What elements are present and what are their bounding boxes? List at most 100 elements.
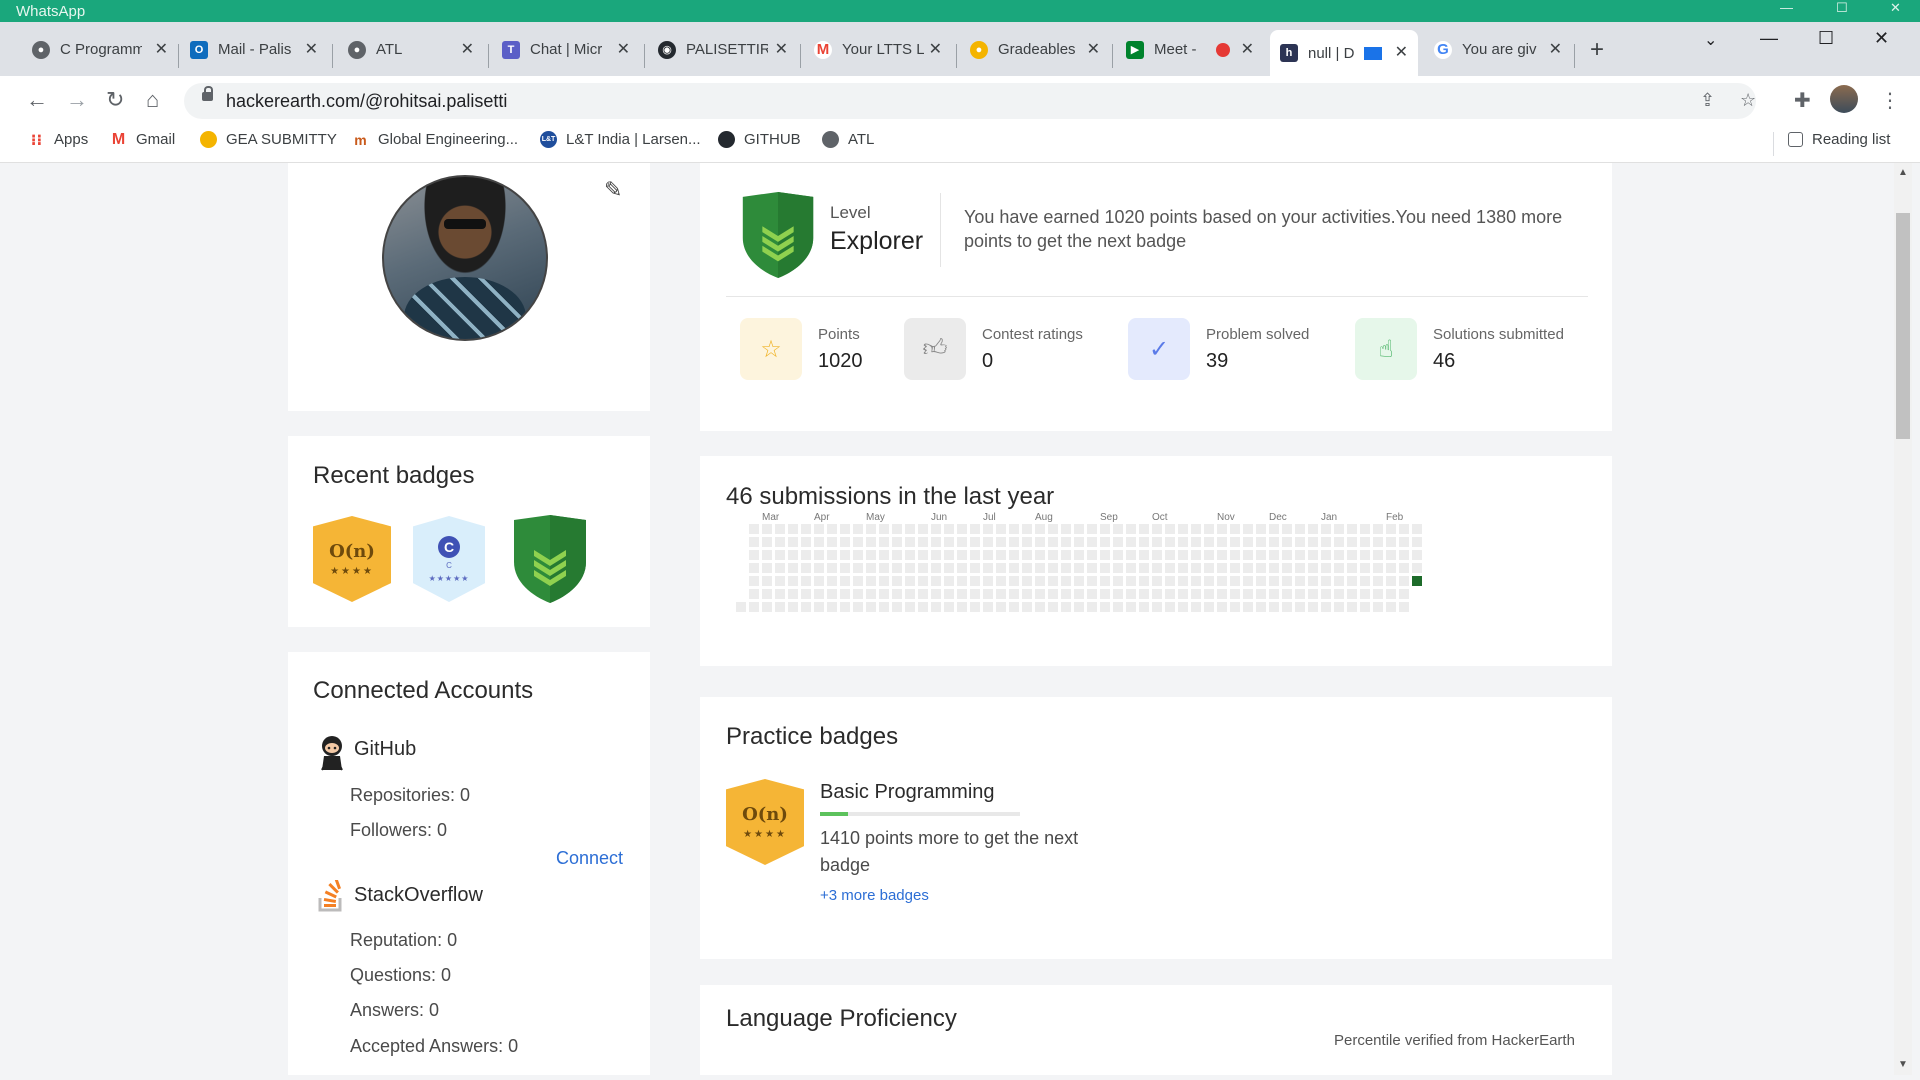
heatmap-day-cell[interactable] xyxy=(892,550,902,560)
heatmap-day-cell[interactable] xyxy=(892,537,902,547)
heatmap-day-cell[interactable] xyxy=(892,524,902,534)
heatmap-day-cell[interactable] xyxy=(866,537,876,547)
heatmap-day-cell[interactable] xyxy=(1373,589,1383,599)
menu-kebab-icon[interactable]: ⋮ xyxy=(1880,88,1900,113)
heatmap-day-cell[interactable] xyxy=(1243,563,1253,573)
heatmap-day-cell[interactable] xyxy=(762,550,772,560)
maximize-icon[interactable]: ☐ xyxy=(1818,28,1834,49)
heatmap-day-cell[interactable] xyxy=(1165,537,1175,547)
heatmap-day-cell[interactable] xyxy=(1269,550,1279,560)
heatmap-day-cell[interactable] xyxy=(866,524,876,534)
heatmap-day-cell[interactable] xyxy=(1165,589,1175,599)
heatmap-day-cell[interactable] xyxy=(1178,602,1188,612)
heatmap-day-cell[interactable] xyxy=(1347,550,1357,560)
heatmap-day-cell[interactable] xyxy=(853,537,863,547)
heatmap-day-cell[interactable] xyxy=(944,537,954,547)
heatmap-day-cell[interactable] xyxy=(1074,524,1084,534)
heatmap-day-cell[interactable] xyxy=(1217,537,1227,547)
heatmap-day-cell[interactable] xyxy=(1191,537,1201,547)
heatmap-day-cell[interactable] xyxy=(996,602,1006,612)
minimize-icon[interactable]: — xyxy=(1760,28,1778,49)
heatmap-day-cell[interactable] xyxy=(1347,602,1357,612)
close-tab-icon[interactable]: ✕ xyxy=(1395,42,1408,62)
heatmap-day-cell[interactable] xyxy=(1399,537,1409,547)
heatmap-day-cell[interactable] xyxy=(1061,576,1071,586)
heatmap-day-cell[interactable] xyxy=(1061,589,1071,599)
heatmap-day-cell[interactable] xyxy=(749,602,759,612)
edit-pencil-icon[interactable]: ✎ xyxy=(604,177,622,203)
heatmap-day-cell[interactable] xyxy=(1399,602,1409,612)
heatmap-day-cell[interactable] xyxy=(1269,537,1279,547)
heatmap-day-cell[interactable] xyxy=(983,589,993,599)
heatmap-day-cell[interactable] xyxy=(1139,537,1149,547)
tab-5[interactable]: M Your LTTS L ✕ xyxy=(814,33,946,66)
heatmap-day-cell[interactable] xyxy=(827,550,837,560)
heatmap-day-cell[interactable] xyxy=(1191,550,1201,560)
heatmap-day-cell[interactable] xyxy=(1282,563,1292,573)
heatmap-day-cell[interactable] xyxy=(1204,524,1214,534)
heatmap-day-cell[interactable] xyxy=(1269,602,1279,612)
heatmap-day-cell[interactable] xyxy=(1100,550,1110,560)
heatmap-day-cell[interactable] xyxy=(1217,524,1227,534)
heatmap-day-cell[interactable] xyxy=(749,537,759,547)
heatmap-day-cell[interactable] xyxy=(1035,563,1045,573)
heatmap-day-cell[interactable] xyxy=(814,602,824,612)
heatmap-day-cell[interactable] xyxy=(1334,524,1344,534)
heatmap-day-cell[interactable] xyxy=(1399,589,1409,599)
heatmap-day-cell[interactable] xyxy=(1139,576,1149,586)
heatmap-day-cell[interactable] xyxy=(1191,524,1201,534)
heatmap-day-cell[interactable] xyxy=(1048,563,1058,573)
heatmap-day-cell[interactable] xyxy=(1009,537,1019,547)
heatmap-day-cell[interactable] xyxy=(1282,602,1292,612)
heatmap-day-cell[interactable] xyxy=(814,550,824,560)
heatmap-day-cell[interactable] xyxy=(1217,576,1227,586)
heatmap-day-cell[interactable] xyxy=(957,589,967,599)
bookmark-gea-submitty[interactable]: GEA SUBMITTY xyxy=(200,131,337,148)
heatmap-day-cell[interactable] xyxy=(996,563,1006,573)
heatmap-day-cell[interactable] xyxy=(840,563,850,573)
heatmap-day-cell[interactable] xyxy=(1100,602,1110,612)
heatmap-day-cell[interactable] xyxy=(1347,576,1357,586)
heatmap-day-cell[interactable] xyxy=(1373,524,1383,534)
heatmap-day-cell[interactable] xyxy=(1113,524,1123,534)
heatmap-day-cell[interactable] xyxy=(1399,563,1409,573)
heatmap-day-cell[interactable] xyxy=(1009,550,1019,560)
heatmap-day-cell[interactable] xyxy=(1113,576,1123,586)
heatmap-day-cell[interactable] xyxy=(775,537,785,547)
heatmap-day-cell[interactable] xyxy=(1035,602,1045,612)
heatmap-day-cell[interactable] xyxy=(1204,589,1214,599)
profile-avatar-icon[interactable] xyxy=(1830,85,1858,113)
heatmap-day-cell[interactable] xyxy=(879,563,889,573)
heatmap-day-cell[interactable] xyxy=(1074,563,1084,573)
heatmap-day-cell[interactable] xyxy=(957,537,967,547)
heatmap-day-cell[interactable] xyxy=(983,537,993,547)
heatmap-day-cell[interactable] xyxy=(1126,524,1136,534)
heatmap-day-cell[interactable] xyxy=(814,537,824,547)
tab-8-active[interactable]: h null | D ✕ xyxy=(1270,30,1418,76)
heatmap-day-cell[interactable] xyxy=(1022,524,1032,534)
heatmap-day-cell[interactable] xyxy=(1022,537,1032,547)
heatmap-day-cell[interactable] xyxy=(853,576,863,586)
heatmap-day-cell[interactable] xyxy=(1191,589,1201,599)
close-tab-icon[interactable]: ✕ xyxy=(305,39,318,59)
heatmap-day-cell[interactable] xyxy=(1152,576,1162,586)
page-scrollbar[interactable]: ▲ ▼ xyxy=(1894,163,1912,1075)
heatmap-day-cell[interactable] xyxy=(814,576,824,586)
heatmap-day-cell[interactable] xyxy=(1373,550,1383,560)
heatmap-day-cell[interactable] xyxy=(1269,563,1279,573)
heatmap-day-cell[interactable] xyxy=(1035,576,1045,586)
heatmap-day-cell[interactable] xyxy=(970,576,980,586)
heatmap-day-cell[interactable] xyxy=(1022,602,1032,612)
heatmap-day-cell[interactable] xyxy=(1074,550,1084,560)
heatmap-day-cell[interactable] xyxy=(1386,576,1396,586)
heatmap-day-cell[interactable] xyxy=(1126,563,1136,573)
heatmap-day-cell[interactable] xyxy=(1360,576,1370,586)
heatmap-day-cell[interactable] xyxy=(931,589,941,599)
heatmap-day-cell[interactable] xyxy=(1074,589,1084,599)
heatmap-day-cell[interactable] xyxy=(1412,563,1422,573)
heatmap-day-cell[interactable] xyxy=(1035,550,1045,560)
heatmap-day-cell[interactable] xyxy=(736,602,746,612)
heatmap-day-cell[interactable] xyxy=(1321,563,1331,573)
reading-list[interactable]: Reading list xyxy=(1788,131,1890,148)
heatmap-day-cell[interactable] xyxy=(762,563,772,573)
